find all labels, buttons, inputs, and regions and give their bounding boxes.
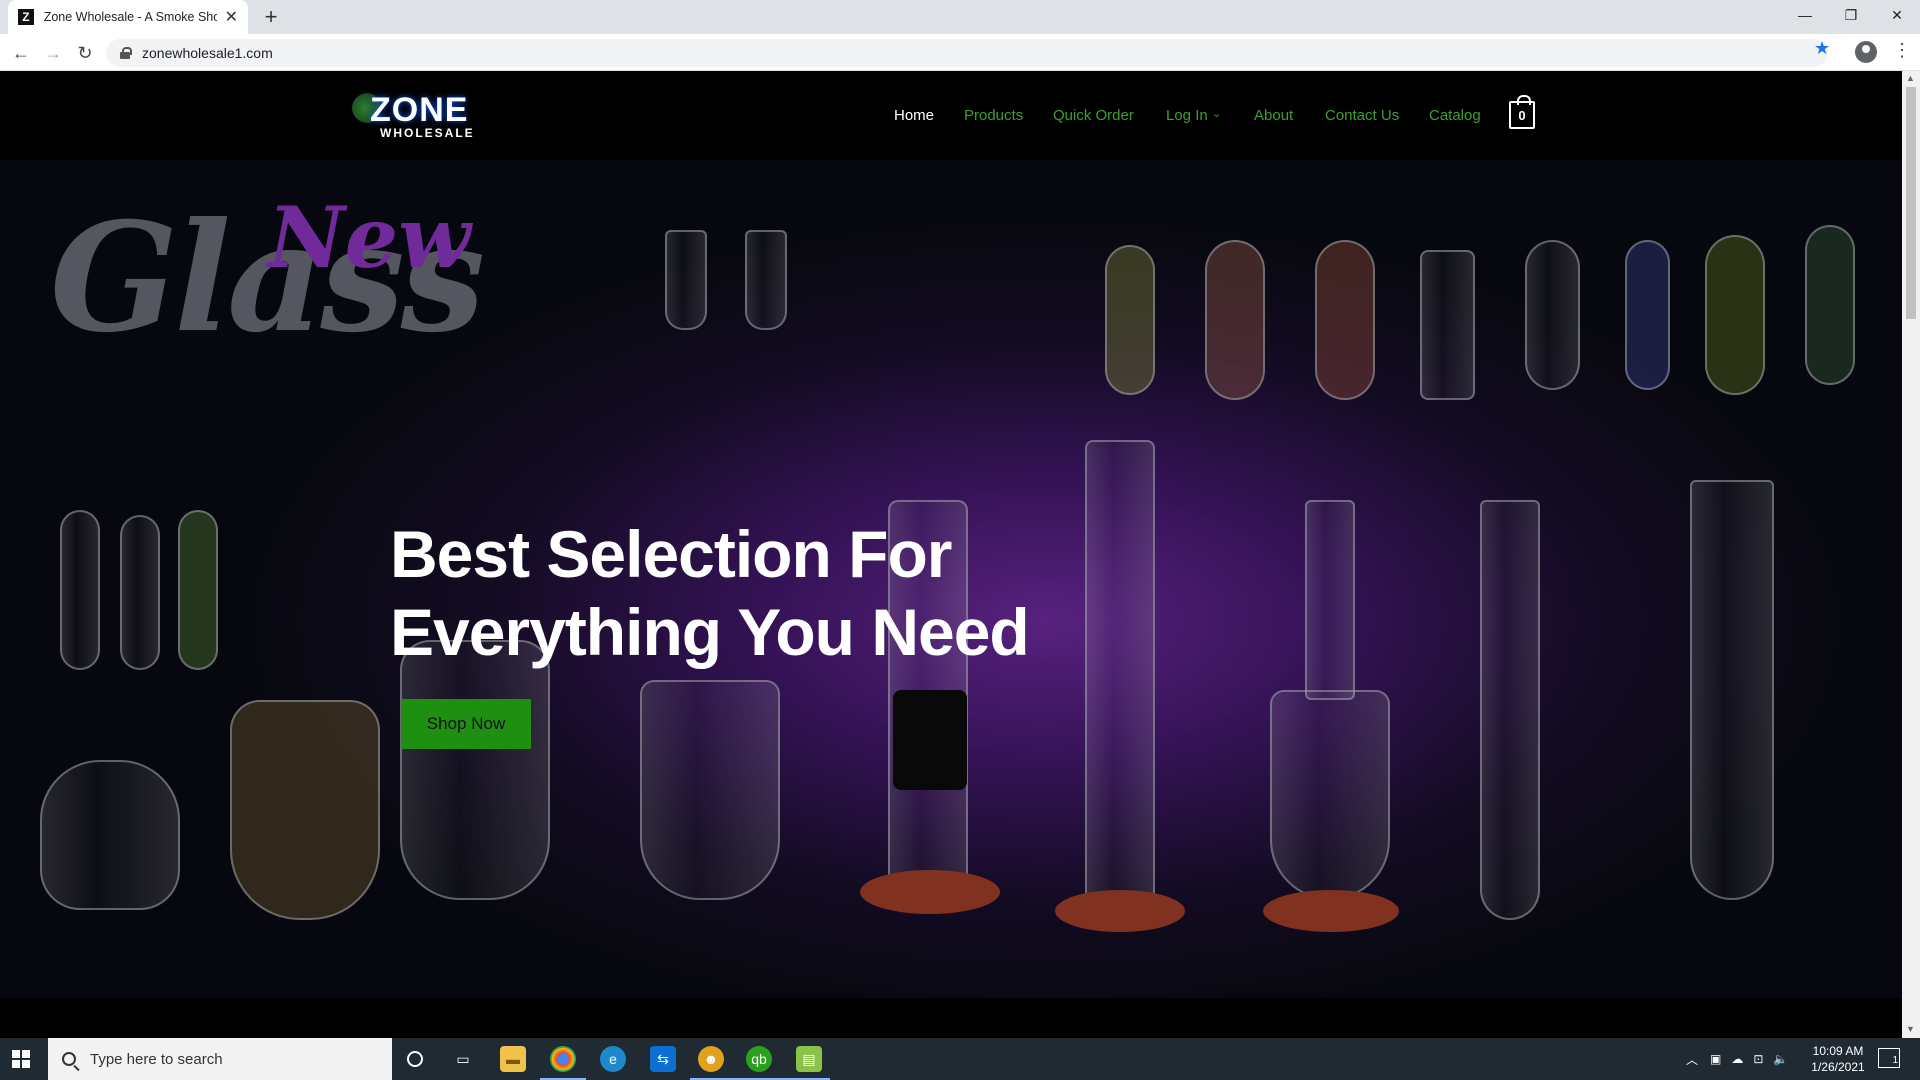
profile-avatar-icon[interactable] <box>1855 41 1877 63</box>
show-hidden-icons-icon[interactable]: ︿ <box>1686 1051 1698 1068</box>
nav-home[interactable]: Home <box>894 107 934 124</box>
network-icon[interactable]: ⊡ <box>1753 1052 1763 1066</box>
browser-tab-strip: Z Zone Wholesale - A Smoke Shop ✕ + — ❐ … <box>0 0 1920 34</box>
cart-icon[interactable]: 0 <box>1509 95 1535 129</box>
hero-banner: Glass New Best Selection For Everything … <box>0 160 1902 998</box>
chrome-icon[interactable] <box>550 1046 576 1072</box>
nav-log-in[interactable]: Log In <box>1166 107 1208 124</box>
quickbooks-icon[interactable]: qb <box>746 1046 772 1072</box>
onedrive-icon[interactable]: ☁ <box>1731 1052 1743 1066</box>
taskbar-search-placeholder: Type here to search <box>90 1050 223 1068</box>
page-below-fold <box>0 998 1902 1038</box>
site-logo[interactable]: ZONE WHOLESALE <box>352 89 492 145</box>
scroll-thumb[interactable] <box>1906 87 1916 319</box>
new-tab-button[interactable]: + <box>258 4 284 30</box>
chevron-down-icon[interactable]: ⌄ <box>1212 107 1221 120</box>
app-icon-green[interactable]: ▤ <box>796 1046 822 1072</box>
logo-subtitle: WHOLESALE <box>380 126 475 140</box>
windows-taskbar: Type here to search ▭ ▬ e ⇆ ☻ qb ▤ ︿ ▣ ☁… <box>0 1038 1920 1080</box>
tab-title: Zone Wholesale - A Smoke Shop <box>43 10 217 24</box>
scroll-down-icon[interactable]: ▼ <box>1906 1024 1915 1034</box>
restore-icon[interactable]: ❐ <box>1828 0 1874 30</box>
nav-products[interactable]: Products <box>964 107 1023 124</box>
hero-headline-line-2: Everything You Need <box>390 595 1030 669</box>
close-window-icon[interactable]: ✕ <box>1874 0 1920 30</box>
nav-about[interactable]: About <box>1254 107 1293 124</box>
nav-quick-order[interactable]: Quick Order <box>1053 107 1134 124</box>
scroll-up-icon[interactable]: ▲ <box>1906 73 1915 83</box>
volume-icon[interactable]: 🔈 <box>1773 1052 1788 1066</box>
cortana-icon[interactable] <box>402 1046 428 1072</box>
bookmark-star-icon[interactable]: ★ <box>1814 38 1830 59</box>
file-explorer-icon[interactable]: ▬ <box>500 1046 526 1072</box>
cart-count: 0 <box>1518 107 1526 123</box>
clock-time: 10:09 AM <box>1812 1044 1864 1058</box>
app-icon-orange[interactable]: ☻ <box>698 1046 724 1072</box>
minimize-icon[interactable]: — <box>1782 0 1828 30</box>
favicon-icon: Z <box>18 9 34 25</box>
windows-start-icon[interactable] <box>12 1050 30 1068</box>
edge-icon[interactable]: e <box>600 1046 626 1072</box>
clock-date: 1/26/2021 <box>1811 1060 1865 1074</box>
close-tab-icon[interactable]: ✕ <box>225 7 238 27</box>
nav-contact-us[interactable]: Contact Us <box>1325 107 1399 124</box>
hero-headline: Best Selection For Everything You Need <box>390 515 1110 671</box>
url-text[interactable]: zonewholesale1.com <box>142 45 273 61</box>
site-header: ZONE WHOLESALE Home Products Quick Order… <box>0 71 1902 160</box>
search-icon <box>62 1052 76 1066</box>
browser-toolbar: ← → ↻ zonewholesale1.com ★ ⋮ <box>0 34 1920 71</box>
system-tray: ︿ ▣ ☁ ⊡ 🔈 <box>1686 1038 1788 1080</box>
browser-tab[interactable]: Z Zone Wholesale - A Smoke Shop ✕ <box>8 0 248 34</box>
menu-kebab-icon[interactable]: ⋮ <box>1893 40 1911 61</box>
nav-catalog[interactable]: Catalog <box>1429 107 1481 124</box>
reload-icon[interactable]: ↻ <box>73 41 97 65</box>
logo-wordmark: ZONE <box>370 91 469 129</box>
shop-now-button[interactable]: Shop Now <box>401 699 531 749</box>
notification-center-icon[interactable]: 1 <box>1878 1048 1900 1068</box>
taskbar-clock[interactable]: 10:09 AM 1/26/2021 <box>1806 1043 1870 1075</box>
taskbar-search-box[interactable]: Type here to search <box>48 1038 392 1080</box>
task-view-icon[interactable]: ▭ <box>450 1046 476 1072</box>
address-bar[interactable]: zonewholesale1.com <box>106 39 1828 67</box>
teamviewer-icon[interactable]: ⇆ <box>650 1046 676 1072</box>
hero-headline-line-1: Best Selection For <box>390 517 952 591</box>
page-scrollbar[interactable]: ▲ ▼ <box>1902 71 1920 1038</box>
forward-icon[interactable]: → <box>41 41 65 65</box>
meet-now-icon[interactable]: ▣ <box>1710 1052 1721 1066</box>
lock-icon[interactable] <box>120 47 132 59</box>
notification-count: 1 <box>1892 1055 1898 1066</box>
back-icon[interactable]: ← <box>9 41 33 65</box>
